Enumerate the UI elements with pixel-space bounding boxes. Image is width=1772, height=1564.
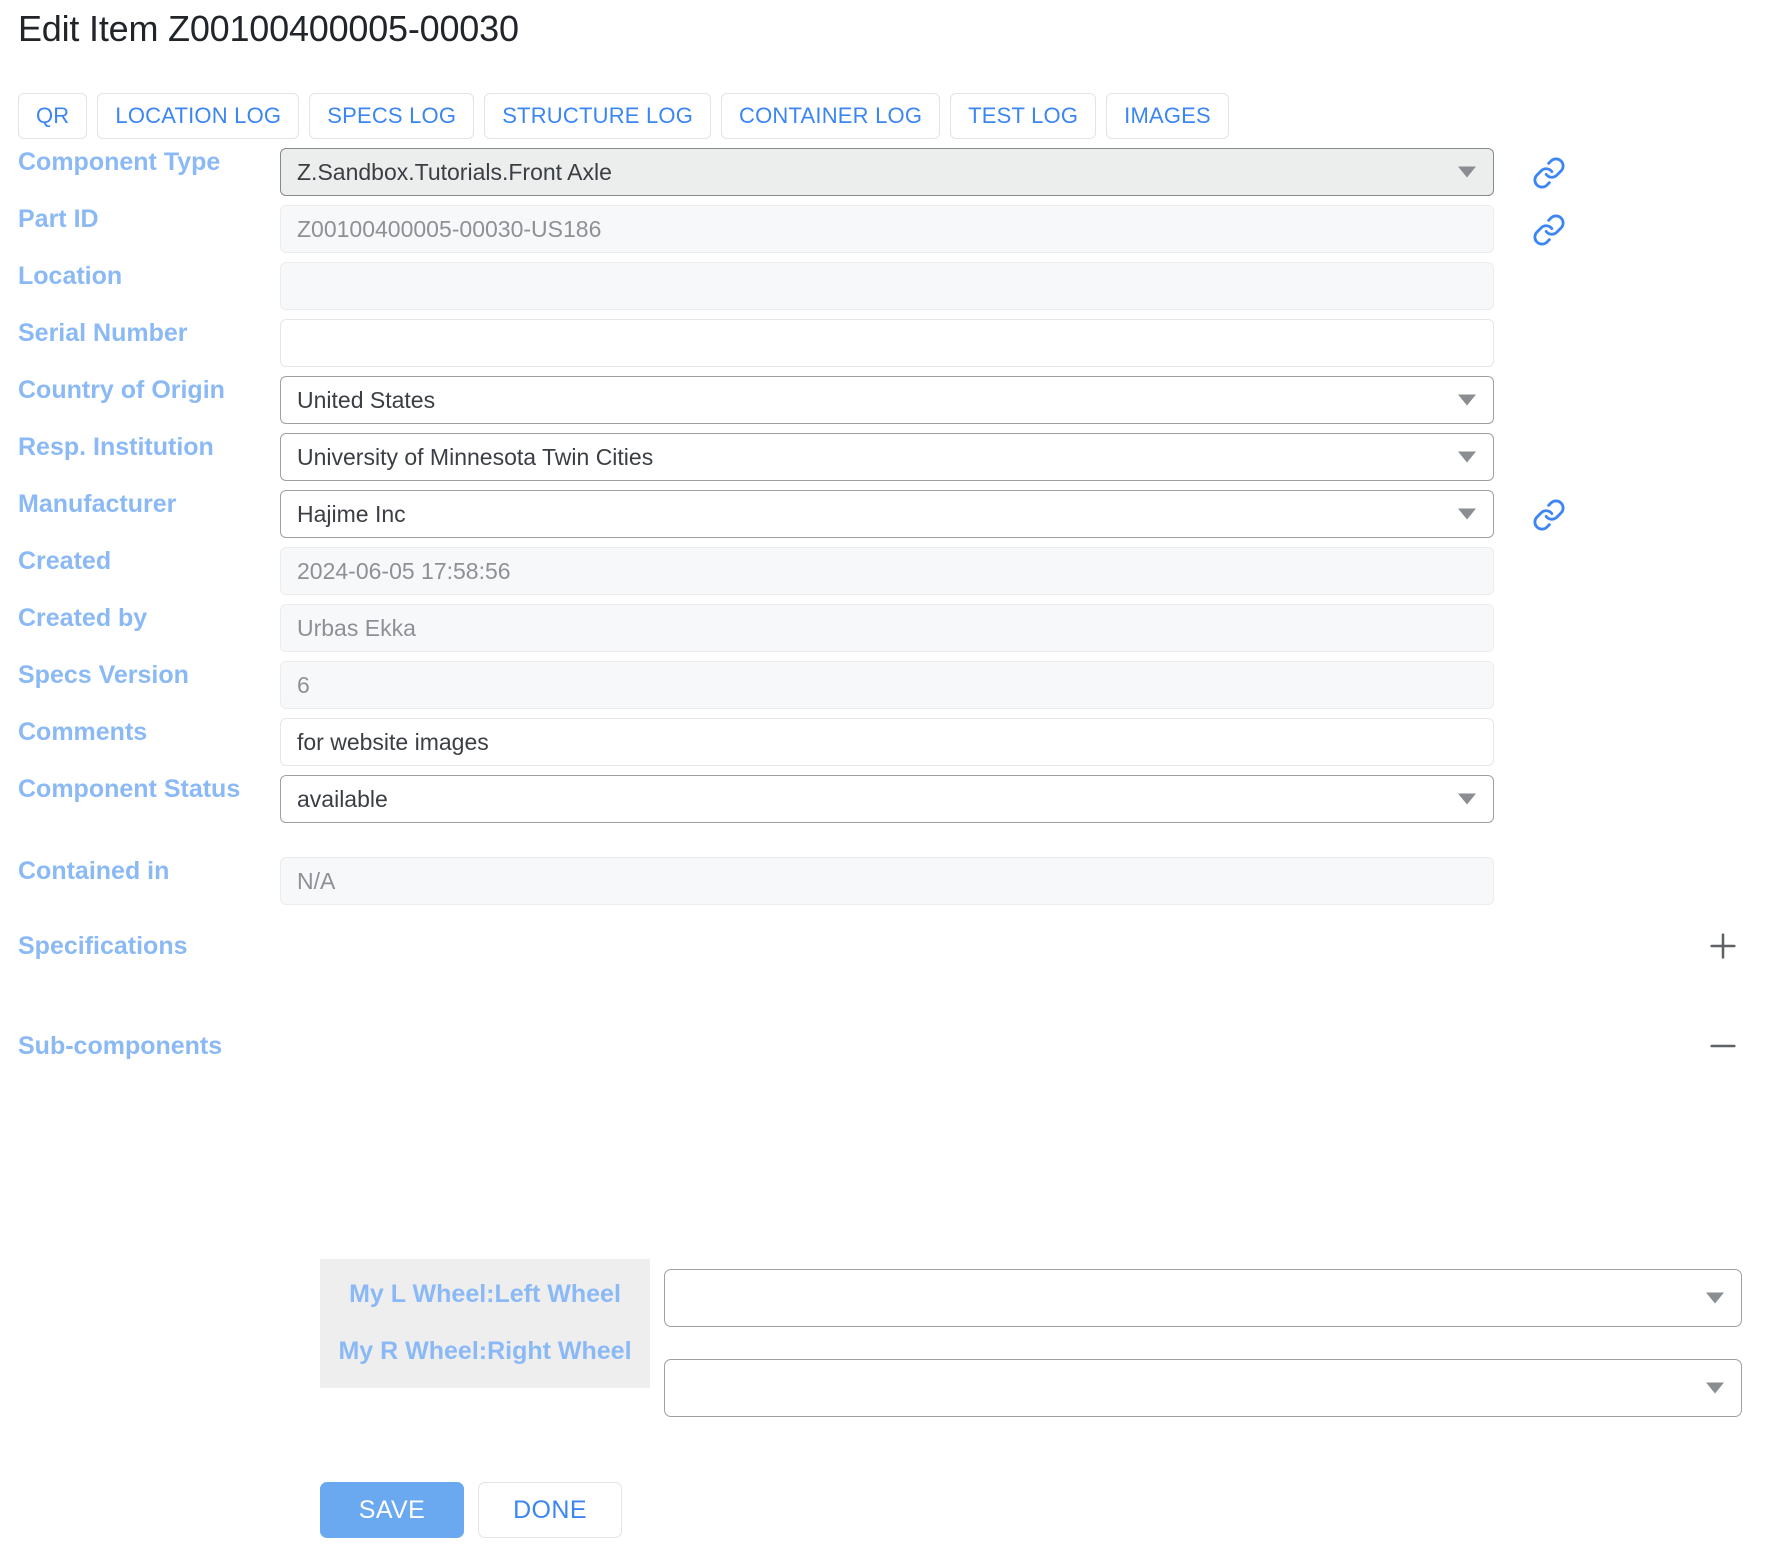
label-country-of-origin: Country of Origin xyxy=(18,376,225,404)
subcomponents-select-column xyxy=(664,1259,1742,1417)
page-title: Edit Item Z00100400005-00030 xyxy=(18,8,519,49)
subcomponents-name-column: My L Wheel:Left Wheel My R Wheel:Right W… xyxy=(320,1259,650,1388)
field-row-manufacturer: Manufacturer Hajime Inc xyxy=(0,490,1772,538)
chevron-down-icon xyxy=(1458,451,1476,463)
label-specifications: Specifications xyxy=(18,931,188,960)
chevron-down-icon xyxy=(1706,1292,1724,1304)
label-subcomponents: Sub-components xyxy=(18,1031,223,1060)
label-part-id: Part ID xyxy=(18,205,99,233)
control-comments: for website images xyxy=(280,718,1494,766)
field-row-resp-institution: Resp. Institution University of Minnesot… xyxy=(0,433,1772,481)
item-form: Component Type Z.Sandbox.Tutorials.Front… xyxy=(0,148,1772,1073)
resp-institution-select[interactable]: University of Minnesota Twin Cities xyxy=(280,433,1494,481)
tab-qr[interactable]: QR xyxy=(18,93,88,139)
created-field: 2024-06-05 17:58:56 xyxy=(280,547,1494,595)
control-part-id: Z00100400005-00030-US186 xyxy=(280,205,1565,253)
tab-test-log[interactable]: TEST LOG xyxy=(950,93,1097,139)
save-button[interactable]: SAVE xyxy=(320,1482,464,1538)
chevron-down-icon xyxy=(1458,793,1476,805)
manufacturer-select[interactable]: Hajime Inc xyxy=(280,490,1494,538)
collapse-minus-icon[interactable] xyxy=(1706,1029,1740,1063)
location-field xyxy=(280,262,1494,310)
label-location: Location xyxy=(18,262,123,290)
field-row-created-by: Created by Urbas Ekka xyxy=(0,604,1772,652)
edit-item-page: Edit Item Z00100400005-00030 QR LOCATION… xyxy=(0,0,1772,1564)
subcomponents-table: My L Wheel:Left Wheel My R Wheel:Right W… xyxy=(320,1259,1742,1417)
control-component-status: available xyxy=(280,775,1494,823)
chevron-down-icon xyxy=(1458,508,1476,520)
chevron-down-icon xyxy=(1458,166,1476,178)
chevron-down-icon xyxy=(1458,394,1476,406)
specs-version-field: 6 xyxy=(280,661,1494,709)
control-subcomponent-right-wheel xyxy=(664,1359,1742,1417)
field-row-component-status: Component Status available xyxy=(0,775,1772,823)
link-icon[interactable] xyxy=(1532,498,1566,532)
control-serial-number xyxy=(280,319,1494,367)
field-row-component-type: Component Type Z.Sandbox.Tutorials.Front… xyxy=(0,148,1772,196)
created-by-field: Urbas Ekka xyxy=(280,604,1494,652)
label-contained-in: Contained in xyxy=(18,857,170,885)
link-icon[interactable] xyxy=(1532,213,1566,247)
form-actions: SAVE DONE xyxy=(320,1482,622,1538)
field-row-contained-in: Contained in N/A xyxy=(0,857,1772,905)
subcomponent-name-right-wheel: My R Wheel:Right Wheel xyxy=(338,1336,632,1365)
control-created: 2024-06-05 17:58:56 xyxy=(280,547,1494,595)
control-specs-version: 6 xyxy=(280,661,1494,709)
tab-container-log[interactable]: CONTAINER LOG xyxy=(721,93,941,139)
tab-structure-log[interactable]: STRUCTURE LOG xyxy=(484,93,712,139)
field-row-specs-version: Specs Version 6 xyxy=(0,661,1772,709)
label-comments: Comments xyxy=(18,718,148,746)
chevron-down-icon xyxy=(1706,1382,1724,1394)
label-manufacturer: Manufacturer xyxy=(18,490,177,518)
label-serial-number: Serial Number xyxy=(18,319,188,347)
link-icon[interactable] xyxy=(1532,156,1566,190)
part-id-field: Z00100400005-00030-US186 xyxy=(280,205,1494,253)
field-row-serial-number: Serial Number xyxy=(0,319,1772,367)
comments-input[interactable]: for website images xyxy=(280,718,1494,766)
tab-location-log[interactable]: LOCATION LOG xyxy=(97,93,300,139)
tab-specs-log[interactable]: SPECS LOG xyxy=(309,93,475,139)
control-country-of-origin: United States xyxy=(280,376,1494,424)
control-component-type: Z.Sandbox.Tutorials.Front Axle xyxy=(280,148,1565,196)
section-subcomponents: Sub-components xyxy=(0,1019,1772,1073)
subcomponent-name-left-wheel: My L Wheel:Left Wheel xyxy=(349,1280,621,1308)
control-subcomponent-left-wheel xyxy=(664,1269,1742,1327)
subcomponent-right-wheel-select[interactable] xyxy=(664,1359,1742,1417)
control-created-by: Urbas Ekka xyxy=(280,604,1494,652)
section-specifications: Specifications xyxy=(0,919,1772,973)
control-location xyxy=(280,262,1494,310)
label-created-by: Created by xyxy=(18,604,148,632)
component-status-select[interactable]: available xyxy=(280,775,1494,823)
control-manufacturer: Hajime Inc xyxy=(280,490,1565,538)
log-tabs-bar: QR LOCATION LOG SPECS LOG STRUCTURE LOG … xyxy=(18,93,1229,139)
tab-images[interactable]: IMAGES xyxy=(1106,93,1229,139)
label-resp-institution: Resp. Institution xyxy=(18,433,214,461)
field-row-comments: Comments for website images xyxy=(0,718,1772,766)
label-component-type: Component Type xyxy=(18,148,221,176)
subcomponent-left-wheel-select[interactable] xyxy=(664,1269,1742,1327)
contained-in-field: N/A xyxy=(280,857,1494,905)
label-specs-version: Specs Version xyxy=(18,661,189,689)
done-button[interactable]: DONE xyxy=(478,1482,622,1538)
field-row-location: Location xyxy=(0,262,1772,310)
serial-number-input[interactable] xyxy=(280,319,1494,367)
label-created: Created xyxy=(18,547,112,575)
control-resp-institution: University of Minnesota Twin Cities xyxy=(280,433,1494,481)
expand-plus-icon[interactable] xyxy=(1706,929,1740,963)
field-row-created: Created 2024-06-05 17:58:56 xyxy=(0,547,1772,595)
country-of-origin-select[interactable]: United States xyxy=(280,376,1494,424)
component-type-select[interactable]: Z.Sandbox.Tutorials.Front Axle xyxy=(280,148,1494,196)
field-row-part-id: Part ID Z00100400005-00030-US186 xyxy=(0,205,1772,253)
label-component-status: Component Status xyxy=(18,775,241,803)
control-contained-in: N/A xyxy=(280,857,1494,905)
field-row-country-of-origin: Country of Origin United States xyxy=(0,376,1772,424)
